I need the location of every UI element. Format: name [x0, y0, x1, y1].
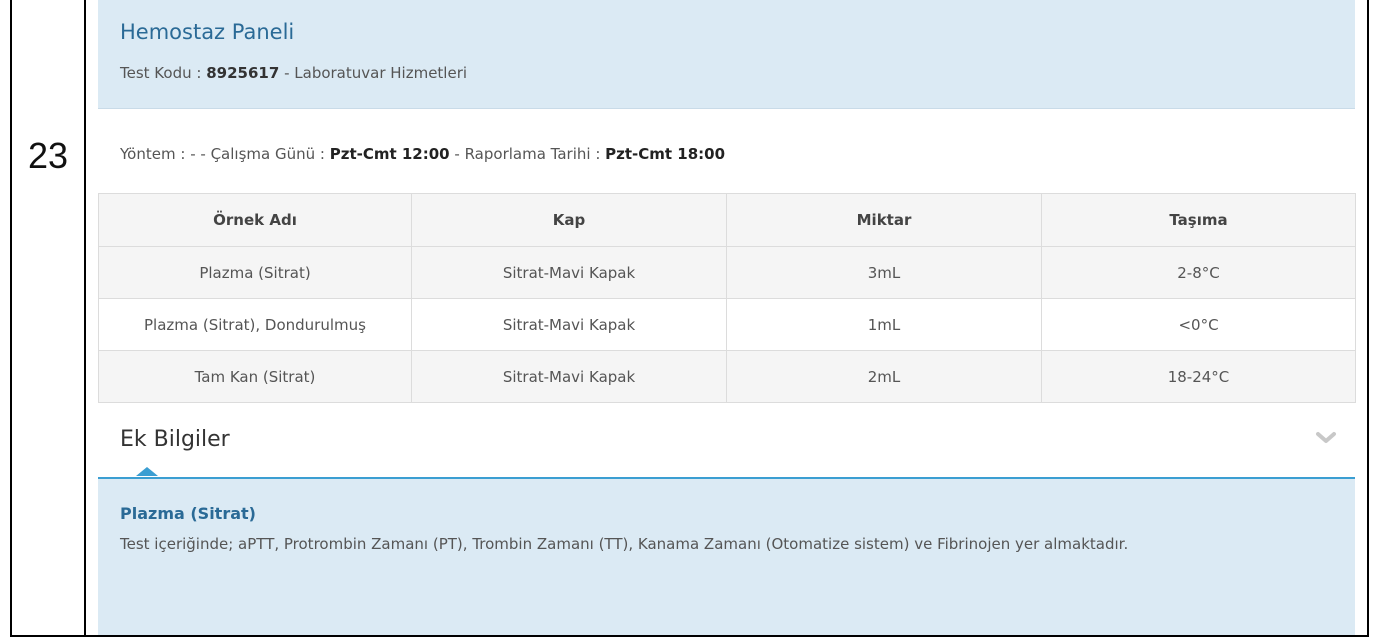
active-tab-pointer: [136, 467, 158, 476]
table-cell-frame: 23 Hemostaz Paneli Test Kodu : 8925617 -…: [10, 0, 1369, 637]
method-value: -: [190, 145, 196, 163]
cell-transport: 2-8°C: [1041, 246, 1356, 299]
test-subtitle: Test Kodu : 8925617 - Laboratuvar Hizmet…: [120, 64, 467, 82]
table-row: Tam Kan (Sitrat) Sitrat-Mavi Kapak 2mL 1…: [98, 350, 1356, 403]
extra-info-text: Test içeriğinde; aPTT, Protrombin Zamanı…: [120, 535, 1129, 553]
report-label: - Raporlama Tarihi :: [454, 145, 601, 163]
cell-sample-name: Tam Kan (Sitrat): [98, 350, 412, 403]
cell-amount: 2mL: [726, 350, 1042, 403]
header-transport: Taşıma: [1041, 193, 1356, 247]
work-day-label: - Çalışma Günü :: [200, 145, 325, 163]
cell-amount: 3mL: [726, 246, 1042, 299]
report-value: Pzt-Cmt 18:00: [605, 145, 726, 163]
cell-container: Sitrat-Mavi Kapak: [411, 298, 727, 351]
cell-sample-name: Plazma (Sitrat), Dondurulmuş: [98, 298, 412, 351]
header-sample-name: Örnek Adı: [98, 193, 412, 247]
sample-table: Örnek Adı Kap Miktar Taşıma Plazma (Sitr…: [98, 193, 1356, 403]
extra-sample-title: Plazma (Sitrat): [120, 504, 256, 523]
header-container: Kap: [411, 193, 727, 247]
cell-amount: 1mL: [726, 298, 1042, 351]
table-header-row: Örnek Adı Kap Miktar Taşıma: [98, 193, 1356, 247]
subtitle-separator: -: [284, 64, 290, 82]
cell-container: Sitrat-Mavi Kapak: [411, 350, 727, 403]
extra-info-panel: Plazma (Sitrat) Test içeriğinde; aPTT, P…: [98, 479, 1355, 635]
chevron-down-icon[interactable]: [1315, 427, 1337, 449]
cell-transport: 18-24°C: [1041, 350, 1356, 403]
table-row: Plazma (Sitrat) Sitrat-Mavi Kapak 3mL 2-…: [98, 246, 1356, 299]
test-code-label: Test Kodu :: [120, 64, 202, 82]
method-label: Yöntem :: [120, 145, 186, 163]
extra-info-title: Ek Bilgiler: [120, 427, 230, 452]
cell-transport: <0°C: [1041, 298, 1356, 351]
row-number-cell: 23: [12, 0, 86, 635]
work-day-value: Pzt-Cmt 12:00: [329, 145, 450, 163]
cell-container: Sitrat-Mavi Kapak: [411, 246, 727, 299]
test-code: 8925617: [206, 64, 280, 82]
test-header: Hemostaz Paneli Test Kodu : 8925617 - La…: [98, 0, 1355, 109]
lab-name: Laboratuvar Hizmetleri: [294, 64, 468, 82]
test-card: Hemostaz Paneli Test Kodu : 8925617 - La…: [98, 0, 1356, 635]
test-title[interactable]: Hemostaz Paneli: [120, 20, 294, 44]
extra-info-toggle[interactable]: Ek Bilgiler: [98, 405, 1355, 479]
header-amount: Miktar: [726, 193, 1042, 247]
table-row: Plazma (Sitrat), Dondurulmuş Sitrat-Mavi…: [98, 298, 1356, 351]
row-number: 23: [27, 135, 69, 176]
test-meta: Yöntem : - - Çalışma Günü : Pzt-Cmt 12:0…: [120, 145, 725, 163]
cell-sample-name: Plazma (Sitrat): [98, 246, 412, 299]
